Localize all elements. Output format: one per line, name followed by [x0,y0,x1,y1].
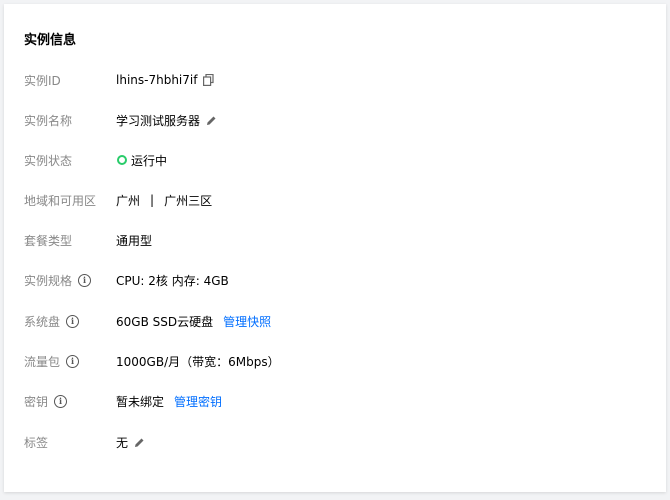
row-instance-name: 实例名称 学习测试服务器 [4,110,666,130]
instance-status-value-wrap: 运行中 [116,150,167,170]
manage-snapshot-link[interactable]: 管理快照 [223,313,271,330]
traffic-value: 1000GB/月（带宽：6Mbps） [116,354,280,369]
info-icon[interactable]: i [66,314,80,328]
package-type-label: 套餐类型 [24,233,73,248]
instance-status-label: 实例状态 [24,153,73,168]
tags-value-wrap: 无 [116,432,145,452]
traffic-label: 流量包 [24,354,61,369]
system-disk-value-wrap: 60GB SSD云硬盘 管理快照 [116,311,271,331]
system-disk-label: 系统盘 [24,314,61,329]
zone-value: 广州三区 [164,193,213,208]
key-value-wrap: 暂未绑定 管理密钥 [116,391,222,411]
row-region: 地域和可用区 广州 | 广州三区 [4,190,666,210]
panel-title: 实例信息 [24,33,77,48]
manage-key-link[interactable]: 管理密钥 [174,393,222,410]
row-spec: 实例规格 i CPU: 2核 内存: 4GB [4,270,666,290]
instance-status-value: 运行中 [131,153,168,168]
copy-icon[interactable] [203,74,215,86]
row-package-type: 套餐类型 通用型 [4,230,666,250]
tags-label: 标签 [24,435,49,450]
region-value-wrap: 广州 | 广州三区 [116,190,212,210]
key-label-wrap: 密钥 i [24,391,68,411]
region-value: 广州 [116,193,141,208]
region-label: 地域和可用区 [24,193,97,208]
key-label: 密钥 [24,394,49,409]
info-icon[interactable]: i [54,394,68,408]
spec-label-wrap: 实例规格 i [24,270,92,290]
instance-name-label: 实例名称 [24,113,73,128]
traffic-label-wrap: 流量包 i [24,351,80,371]
instance-name-value-wrap: 学习测试服务器 [116,110,217,130]
row-tags: 标签 无 [4,432,666,452]
system-disk-label-wrap: 系统盘 i [24,311,80,331]
region-separator: | [150,193,155,207]
key-value: 暂未绑定 [116,394,165,409]
instance-info-panel: 实例信息 实例ID lhins-7hbhi7if 实例名称 学习测试服务器 实例… [4,4,666,492]
instance-name-value: 学习测试服务器 [116,113,201,128]
status-running-icon [117,155,127,165]
pencil-icon[interactable] [206,115,217,126]
row-system-disk: 系统盘 i 60GB SSD云硬盘 管理快照 [4,311,666,331]
spec-label: 实例规格 [24,273,73,288]
info-icon[interactable]: i [66,354,80,368]
row-key: 密钥 i 暂未绑定 管理密钥 [4,391,666,411]
instance-id-value-wrap: lhins-7hbhi7if [116,70,215,90]
spec-value: CPU: 2核 内存: 4GB [116,273,229,288]
row-instance-id: 实例ID lhins-7hbhi7if [4,70,666,90]
package-type-value: 通用型 [116,233,153,248]
instance-id-value: lhins-7hbhi7if [116,73,198,87]
info-icon[interactable]: i [78,273,92,287]
instance-id-label: 实例ID [24,73,61,88]
row-instance-status: 实例状态 运行中 [4,150,666,170]
row-traffic: 流量包 i 1000GB/月（带宽：6Mbps） [4,351,666,371]
tags-value: 无 [116,435,129,450]
system-disk-value: 60GB SSD云硬盘 [116,314,214,329]
pencil-icon[interactable] [134,437,145,448]
